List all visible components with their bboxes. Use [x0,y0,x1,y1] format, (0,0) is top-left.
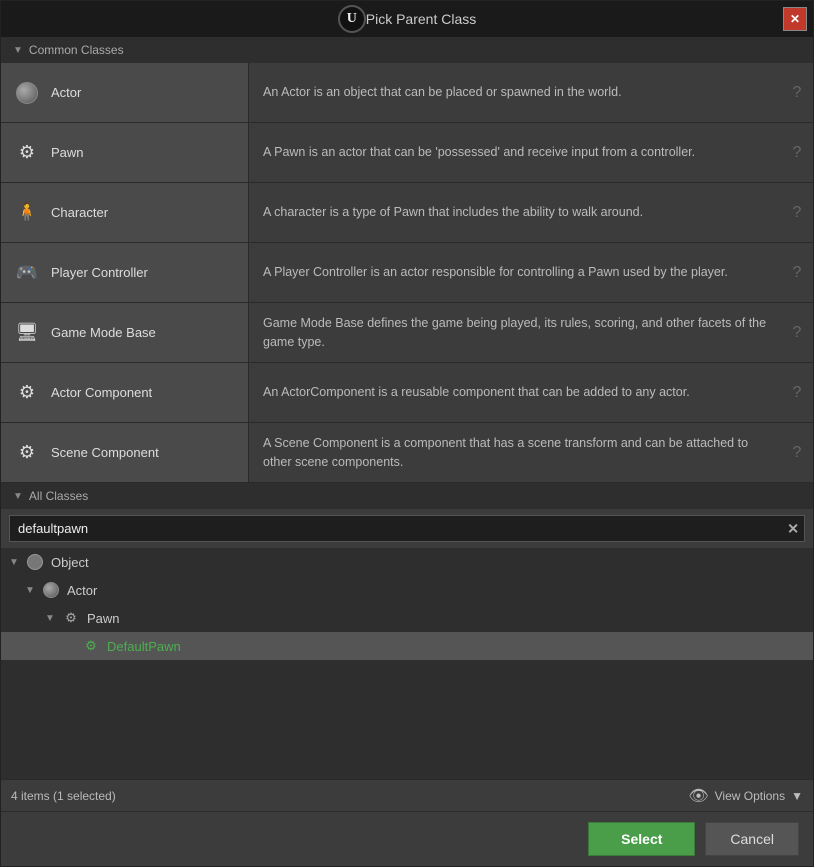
class-tree: ▼ Object ▼ Actor ▼ ⚙ Pawn [1,548,813,779]
class-row-character: 🧍 Character A character is a type of Paw… [1,183,813,243]
all-classes-label: All Classes [29,489,88,503]
class-button-scenecomponent[interactable]: ⚙ Scene Component [1,423,249,482]
class-button-gamemodebase[interactable]: 🖥 Game Mode Base [1,303,249,362]
ue-logo: U [338,5,366,33]
scenecomponent-description: A Scene Component is a component that ha… [249,423,781,482]
cancel-button[interactable]: Cancel [705,822,799,856]
view-options-button[interactable]: 👁 View Options ▼ [688,786,803,806]
dialog: U Pick Parent Class ✕ ▼ Common Classes A… [0,0,814,867]
search-input[interactable] [9,515,805,542]
actorcomponent-icon: ⚙ [13,379,41,407]
class-button-actorcomponent[interactable]: ⚙ Actor Component [1,363,249,422]
actor-label: Actor [51,85,81,100]
all-classes-section: ▼ All Classes ✕ ▼ Object ▼ [1,483,813,811]
tree-row-pawn[interactable]: ▼ ⚙ Pawn [1,604,813,632]
common-classes-arrow: ▼ [13,45,23,56]
class-row-scenecomponent: ⚙ Scene Component A Scene Component is a… [1,423,813,483]
view-eye-icon: 👁 [688,786,708,806]
character-icon: 🧍 [13,199,41,227]
tree-row-object[interactable]: ▼ Object [1,548,813,576]
scenecomponent-icon: ⚙ [13,439,41,467]
view-options-arrow: ▼ [791,789,803,803]
playercontroller-help-icon[interactable]: ? [781,243,813,302]
class-button-actor[interactable]: Actor [1,63,249,122]
pawn-label: Pawn [51,145,84,160]
actor-tree-icon [41,580,61,600]
class-button-character[interactable]: 🧍 Character [1,183,249,242]
class-button-playercontroller[interactable]: 🎮 Player Controller [1,243,249,302]
tree-arrow-object: ▼ [9,557,21,568]
pawn-icon: ⚙ [13,139,41,167]
close-button[interactable]: ✕ [783,7,807,31]
title-bar: U Pick Parent Class ✕ [1,1,813,37]
gamemodebase-description: Game Mode Base defines the game being pl… [249,303,781,362]
tree-arrow-pawn: ▼ [45,613,57,624]
tree-row-actor[interactable]: ▼ Actor [1,576,813,604]
playercontroller-icon: 🎮 [13,259,41,287]
search-bar-wrap: ✕ [1,509,813,548]
tree-label-defaultpawn: DefaultPawn [107,639,181,654]
character-label: Character [51,205,108,220]
class-row-actor: Actor An Actor is an object that can be … [1,63,813,123]
class-row-gamemodebase: 🖥 Game Mode Base Game Mode Base defines … [1,303,813,363]
class-row-pawn: ⚙ Pawn A Pawn is an actor that can be 'p… [1,123,813,183]
actor-help-icon[interactable]: ? [781,63,813,122]
object-tree-icon [25,552,45,572]
status-bar: 4 items (1 selected) 👁 View Options ▼ [1,779,813,811]
select-button[interactable]: Select [588,822,695,856]
character-description: A character is a type of Pawn that inclu… [249,183,781,242]
playercontroller-description: A Player Controller is an actor responsi… [249,243,781,302]
common-classes-section: ▼ Common Classes Actor An Actor is an ob… [1,37,813,483]
actorcomponent-label: Actor Component [51,385,152,400]
tree-label-pawn: Pawn [87,611,120,626]
search-wrap: ✕ [9,515,805,542]
search-clear-button[interactable]: ✕ [787,520,799,537]
dialog-title: Pick Parent Class [366,11,476,27]
pawn-tree-icon: ⚙ [61,608,81,628]
class-button-pawn[interactable]: ⚙ Pawn [1,123,249,182]
actorcomponent-description: An ActorComponent is a reusable componen… [249,363,781,422]
common-classes-label: Common Classes [29,43,124,57]
scenecomponent-help-icon[interactable]: ? [781,423,813,482]
class-row-actorcomponent: ⚙ Actor Component An ActorComponent is a… [1,363,813,423]
actorcomponent-help-icon[interactable]: ? [781,363,813,422]
defaultpawn-tree-icon: ⚙ [81,636,101,656]
pawn-help-icon[interactable]: ? [781,123,813,182]
tree-label-actor: Actor [67,583,97,598]
gamemodebase-help-icon[interactable]: ? [781,303,813,362]
tree-arrow-actor: ▼ [25,585,37,596]
character-help-icon[interactable]: ? [781,183,813,242]
tree-label-object: Object [51,555,89,570]
gamemodebase-icon: 🖥 [13,319,41,347]
class-row-playercontroller: 🎮 Player Controller A Player Controller … [1,243,813,303]
button-bar: Select Cancel [1,811,813,866]
pawn-description: A Pawn is an actor that can be 'possesse… [249,123,781,182]
actor-description: An Actor is an object that can be placed… [249,63,781,122]
playercontroller-label: Player Controller [51,265,148,280]
all-classes-header: ▼ All Classes [1,483,813,509]
actor-icon [13,79,41,107]
status-text: 4 items (1 selected) [11,789,116,803]
scenecomponent-label: Scene Component [51,445,159,460]
common-classes-header: ▼ Common Classes [1,37,813,63]
tree-row-defaultpawn[interactable]: ⚙ DefaultPawn [1,632,813,660]
gamemodebase-label: Game Mode Base [51,325,156,340]
view-options-label: View Options [715,789,785,803]
all-classes-arrow: ▼ [13,491,23,502]
